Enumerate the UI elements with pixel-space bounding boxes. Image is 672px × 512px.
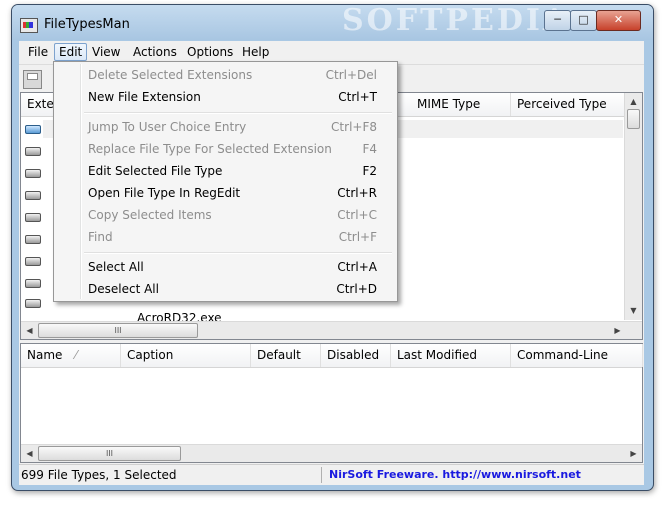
- menu-item-shortcut: Ctrl+D: [336, 282, 377, 296]
- column-last-modified[interactable]: Last Modified: [391, 344, 511, 367]
- column-default[interactable]: Default: [251, 344, 321, 367]
- drive-icon: [25, 299, 41, 308]
- menu-item-label: Select All: [88, 260, 144, 274]
- menu-help[interactable]: Help: [242, 44, 269, 60]
- drive-icon: [25, 235, 41, 244]
- horizontal-scroll-thumb[interactable]: III: [38, 323, 198, 338]
- menu-item-jump-to-user-choice[interactable]: Jump To User Choice Entry Ctrl+F8: [56, 116, 395, 138]
- scroll-up-icon[interactable]: ▲: [625, 93, 642, 110]
- menu-item-select-all[interactable]: Select All Ctrl+A: [56, 256, 395, 278]
- menu-item-shortcut: F2: [362, 164, 377, 178]
- menu-item-find[interactable]: Find Ctrl+F: [56, 226, 395, 248]
- menu-view[interactable]: View: [92, 44, 120, 60]
- drive-icon: [25, 213, 41, 222]
- watermark: SOFTPEDIA: [342, 4, 570, 38]
- scroll-left-icon[interactable]: ◀: [21, 322, 38, 339]
- edit-menu-dropdown: Delete Selected Extensions Ctrl+Del New …: [53, 61, 398, 302]
- scroll-down-icon[interactable]: ▼: [625, 302, 642, 319]
- actions-scroll-thumb[interactable]: III: [38, 446, 181, 461]
- nirsoft-link[interactable]: NirSoft Freeware. http://www.nirsoft.net: [329, 468, 581, 481]
- horizontal-scrollbar[interactable]: ◀ III ▶: [21, 321, 642, 339]
- drive-icon: [25, 169, 41, 178]
- menu-item-label: Replace File Type For Selected Extension: [88, 142, 332, 156]
- window-title: FileTypesMan: [44, 17, 130, 32]
- menu-item-new-file-extension[interactable]: New File Extension Ctrl+T: [56, 86, 395, 108]
- column-name-label: Name: [27, 348, 63, 362]
- menu-item-shortcut: Ctrl+A: [337, 260, 377, 274]
- menu-item-label: Deselect All: [88, 282, 159, 296]
- drive-icon: [25, 147, 41, 156]
- menu-file[interactable]: File: [28, 44, 48, 60]
- menu-item-label: Open File Type In RegEdit: [88, 186, 241, 200]
- actions-list[interactable]: Name ⁄ Caption Default Disabled Last Modi…: [20, 343, 643, 463]
- menu-bar: File Edit View Actions Options Help: [19, 41, 644, 63]
- scroll-right-icon[interactable]: ▶: [625, 445, 642, 462]
- menu-item-label: Copy Selected Items: [88, 208, 212, 222]
- sort-icon: ⁄: [75, 348, 78, 362]
- column-caption[interactable]: Caption: [121, 344, 251, 367]
- title-bar[interactable]: FileTypesMan SOFTPEDIA ─ □ ✕: [12, 5, 653, 40]
- menu-item-shortcut: Ctrl+T: [338, 90, 377, 104]
- menu-item-shortcut: Ctrl+R: [337, 186, 377, 200]
- menu-item-deselect-all[interactable]: Deselect All Ctrl+D: [56, 278, 395, 300]
- drive-icon: [25, 279, 41, 288]
- vertical-scroll-thumb[interactable]: [627, 109, 640, 129]
- column-command-line[interactable]: Command-Line: [511, 344, 643, 367]
- menu-separator: [84, 252, 392, 254]
- column-name[interactable]: Name ⁄: [21, 344, 121, 367]
- menu-item-delete-selected-extensions[interactable]: Delete Selected Extensions Ctrl+Del: [56, 64, 395, 86]
- menu-item-label: New File Extension: [88, 90, 201, 104]
- menu-item-edit-selected-file-type[interactable]: Edit Selected File Type F2: [56, 160, 395, 182]
- status-bar: 699 File Types, 1 Selected NirSoft Freew…: [19, 464, 644, 485]
- close-icon: ✕: [613, 13, 624, 26]
- minimize-icon: ─: [554, 13, 561, 26]
- menu-item-shortcut: Ctrl+F8: [331, 120, 377, 134]
- menu-item-label: Edit Selected File Type: [88, 164, 223, 178]
- menu-item-copy-selected-items[interactable]: Copy Selected Items Ctrl+C: [56, 204, 395, 226]
- column-mime-type[interactable]: MIME Type: [411, 93, 511, 116]
- status-summary: 699 File Types, 1 Selected: [21, 468, 177, 482]
- menu-item-open-in-regedit[interactable]: Open File Type In RegEdit Ctrl+R: [56, 182, 395, 204]
- close-button[interactable]: ✕: [596, 10, 641, 31]
- menu-item-shortcut: Ctrl+F: [338, 230, 377, 244]
- drive-icon: [25, 125, 41, 134]
- column-perceived-type[interactable]: Perceived Type: [511, 93, 625, 116]
- menu-separator: [84, 112, 392, 114]
- menu-actions[interactable]: Actions: [133, 44, 177, 60]
- maximize-icon: □: [578, 13, 589, 26]
- scroll-right-icon[interactable]: ▶: [609, 322, 626, 339]
- menu-item-shortcut: Ctrl+C: [337, 208, 377, 222]
- menu-item-label: Find: [88, 230, 113, 244]
- menu-item-shortcut: F4: [362, 142, 377, 156]
- maximize-button[interactable]: □: [570, 10, 597, 31]
- app-icon: [20, 18, 38, 33]
- save-icon[interactable]: [23, 70, 42, 89]
- status-divider: [321, 467, 322, 483]
- menu-item-label: Jump To User Choice Entry: [88, 120, 247, 134]
- actions-header: Name ⁄ Caption Default Disabled Last Modi…: [21, 344, 643, 368]
- menu-item-label: Delete Selected Extensions: [88, 68, 253, 82]
- actions-horizontal-scrollbar[interactable]: ◀ III ▶: [21, 444, 642, 462]
- menu-item-replace-file-type[interactable]: Replace File Type For Selected Extension…: [56, 138, 395, 160]
- menu-edit[interactable]: Edit: [54, 43, 88, 61]
- vertical-scrollbar[interactable]: ▲ ▼: [624, 93, 642, 320]
- minimize-button[interactable]: ─: [544, 10, 571, 31]
- scroll-left-icon[interactable]: ◀: [21, 445, 38, 462]
- column-disabled[interactable]: Disabled: [321, 344, 391, 367]
- drive-icon: [25, 191, 41, 200]
- drive-icon: [25, 257, 41, 266]
- menu-item-shortcut: Ctrl+Del: [325, 68, 377, 82]
- menu-options[interactable]: Options: [187, 44, 233, 60]
